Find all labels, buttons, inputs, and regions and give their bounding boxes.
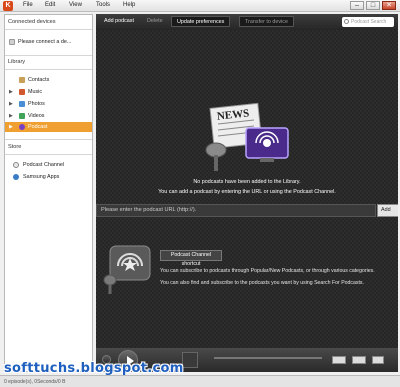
news-illustration: NEWS [205, 102, 289, 171]
divider [5, 154, 92, 155]
podcast-channel-shortcut-button[interactable]: Podcast Channel shortcut [160, 250, 222, 267]
add-podcast-button[interactable]: Add podcast [99, 16, 139, 27]
progress-bar[interactable] [214, 357, 322, 359]
sidebar-item-label: Videos [28, 113, 45, 119]
samsung-apps-icon [13, 174, 19, 180]
sidebar-item-label: Samsung Apps [23, 174, 60, 180]
sidebar-item-music[interactable]: ▶ Music [5, 87, 92, 97]
menu-help[interactable]: Help [123, 2, 135, 8]
microphone-icon [205, 142, 227, 158]
podcast-url-input[interactable]: Please enter the podcast URL (http://). [96, 204, 376, 217]
empty-message-line2: You can add a podcast by entering the UR… [158, 189, 336, 195]
main-panel: Add podcast Delete Update preferences Tr… [96, 14, 398, 372]
sidebar-item-contacts[interactable]: Contacts [5, 75, 92, 85]
podcast-search-input[interactable]: Podcast Search [342, 17, 394, 27]
music-icon [19, 89, 25, 95]
contacts-icon [19, 77, 25, 83]
sidebar-item-label: Music [28, 89, 43, 95]
expand-arrow-icon[interactable]: ▶ [9, 122, 13, 132]
connected-devices-header: Connected devices [8, 19, 56, 25]
volume-icon[interactable] [332, 356, 346, 364]
microphone-icon [103, 274, 117, 286]
sidebar-item-photos[interactable]: ▶ Photos [5, 99, 92, 109]
expand-arrow-icon[interactable]: ▶ [9, 111, 13, 121]
transfer-to-device-button[interactable]: Transfer to device [239, 16, 294, 27]
sidebar: Connected devices Please connect a de...… [4, 14, 93, 372]
maximize-button[interactable]: □ [366, 1, 380, 10]
divider [5, 29, 92, 30]
videos-icon [19, 113, 25, 119]
sidebar-item-label: Photos [28, 101, 45, 107]
connect-device-prompt[interactable]: Please connect a de... [5, 37, 92, 47]
divider [5, 55, 92, 56]
sidebar-item-videos[interactable]: ▶ Videos [5, 111, 92, 121]
podcast-icon [19, 124, 25, 130]
store-header: Store [8, 144, 22, 150]
menu-edit[interactable]: Edit [45, 2, 55, 8]
expand-arrow-icon[interactable]: ▶ [9, 87, 13, 97]
menu-view[interactable]: View [69, 2, 82, 8]
app-logo-icon: K [3, 1, 13, 11]
menu-bar: K File Edit View Tools Help – □ ✕ [0, 0, 400, 12]
empty-message-line1: No podcasts have been added to the Libra… [193, 179, 301, 185]
sidebar-item-label: Contacts [28, 77, 50, 83]
status-bar: 0 episode(s), 0Seconds/0 B [0, 375, 400, 387]
photos-icon [19, 101, 25, 107]
now-playing-thumbnail [182, 352, 198, 368]
search-icon [344, 19, 349, 24]
podcast-content-area: NEWS No podcasts have been added to the … [96, 30, 398, 348]
menu-tools[interactable]: Tools [96, 2, 110, 8]
mini-mode-icon[interactable] [372, 356, 384, 364]
menu-file[interactable]: File [23, 2, 33, 8]
watermark: softtuchs.blogspot.com [4, 361, 184, 376]
divider [5, 139, 92, 140]
toolbar: Add podcast Delete Update preferences Tr… [96, 14, 398, 30]
add-url-button[interactable]: Add [377, 204, 398, 217]
library-header: Library [8, 59, 26, 65]
sidebar-item-label: Podcast Channel [23, 162, 65, 168]
connect-prompt-label: Please connect a de... [18, 39, 72, 45]
close-button[interactable]: ✕ [382, 1, 396, 10]
minimize-button[interactable]: – [350, 1, 364, 10]
sidebar-item-label: Podcast [28, 124, 48, 130]
sidebar-item-podcast-channel[interactable]: Podcast Channel [5, 160, 92, 170]
podcast-channel-illustration [103, 245, 151, 294]
status-text: 0 episode(s), 0Seconds/0 B [4, 379, 66, 385]
search-placeholder: Podcast Search [351, 19, 387, 25]
device-icon [9, 39, 15, 45]
sidebar-item-samsung-apps[interactable]: Samsung Apps [5, 172, 92, 182]
divider [5, 69, 92, 70]
info-line1: You can subscribe to podcasts through Po… [160, 268, 375, 274]
delete-button[interactable]: Delete [142, 16, 168, 27]
info-line2: You can also find and subscribe to the p… [160, 280, 364, 286]
equalizer-icon[interactable] [352, 356, 366, 364]
update-preferences-button[interactable]: Update preferences [171, 16, 231, 27]
podcast-channel-icon [13, 162, 19, 168]
expand-arrow-icon[interactable]: ▶ [9, 99, 13, 109]
sidebar-item-podcast[interactable]: ▶ Podcast [5, 122, 92, 132]
